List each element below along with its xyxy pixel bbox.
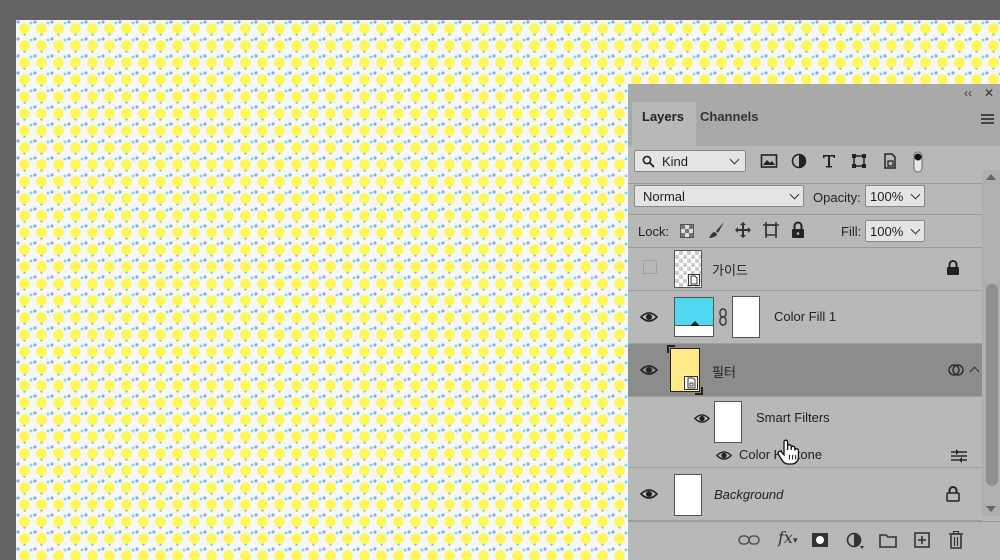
collapse-panel-button[interactable]: ‹‹ xyxy=(964,85,972,101)
opacity-field[interactable]: 100% xyxy=(865,185,925,207)
panel-menu-icon[interactable] xyxy=(981,114,994,124)
smart-object-badge-icon xyxy=(684,376,698,390)
layer-row-guide[interactable]: 가이드 xyxy=(628,248,982,291)
chevron-down-icon xyxy=(910,224,921,235)
layer-name: Color Fill 1 xyxy=(774,309,837,324)
hand-cursor-icon xyxy=(777,439,800,465)
visibility-toggle-off[interactable] xyxy=(643,260,657,274)
blend-mode-dropdown[interactable]: Normal xyxy=(634,185,804,207)
lock-image-pixels-icon[interactable] xyxy=(708,221,726,239)
adjustment-layer-filter-icon[interactable] xyxy=(791,153,807,169)
layer-lock-icon xyxy=(946,486,960,502)
layers-scrollbar[interactable] xyxy=(982,170,1000,516)
scroll-up-arrow-icon[interactable] xyxy=(986,174,996,180)
tab-layers[interactable]: Layers xyxy=(632,102,696,146)
fill-thumbnail xyxy=(674,297,714,337)
tab-channels[interactable]: Channels xyxy=(690,102,769,146)
eye-icon[interactable] xyxy=(640,488,658,500)
search-icon xyxy=(642,155,655,168)
layer-row-filter-selected[interactable]: 필터 xyxy=(628,344,982,397)
layers-panel: ‹‹ ✕ Layers Channels Kind Normal Opacity… xyxy=(628,84,1000,560)
type-layer-filter-icon[interactable] xyxy=(821,153,837,169)
layer-name: 필터 xyxy=(712,365,736,380)
lock-label: Lock: xyxy=(638,224,670,239)
tab-layers-label: Layers xyxy=(642,109,684,124)
opacity-value: 100% xyxy=(870,189,904,204)
delete-layer-icon[interactable] xyxy=(948,531,964,549)
smart-filters-row[interactable]: Smart Filters xyxy=(628,397,982,443)
eye-icon[interactable] xyxy=(640,311,658,323)
close-panel-button[interactable]: ✕ xyxy=(984,85,994,101)
panel-top-bar: ‹‹ ✕ xyxy=(628,84,1000,102)
layer-name: Background xyxy=(714,487,784,502)
scroll-down-arrow-icon[interactable] xyxy=(986,506,996,512)
smart-filter-indicator-icon xyxy=(948,364,964,376)
chevron-down-icon xyxy=(729,154,740,165)
opacity-label: Opacity: xyxy=(813,190,861,205)
link-icon[interactable] xyxy=(718,308,728,326)
collapse-effects-icon[interactable] xyxy=(969,366,980,377)
pixel-layer-filter-icon[interactable] xyxy=(760,153,778,169)
layer-lock-icon xyxy=(947,260,959,275)
layer-name: Smart Filters xyxy=(756,410,830,425)
blend-mode-value: Normal xyxy=(643,189,685,204)
filter-blending-options-icon[interactable] xyxy=(950,449,968,463)
fill-label: Fill: xyxy=(841,224,862,239)
mask-thumbnail[interactable] xyxy=(732,296,760,338)
new-adjustment-layer-icon[interactable] xyxy=(846,532,866,550)
smart-object-filter-icon[interactable] xyxy=(882,153,898,169)
tab-channels-label: Channels xyxy=(700,109,759,124)
kind-label: Kind xyxy=(662,154,689,169)
layers-bottom-toolbar: fx▾ xyxy=(628,521,1000,560)
lock-transparent-pixels-icon[interactable] xyxy=(680,224,694,238)
new-group-icon[interactable] xyxy=(879,533,897,548)
kind-filter-dropdown[interactable]: Kind xyxy=(634,150,746,172)
layer-thumbnail xyxy=(674,250,702,288)
chevron-down-icon xyxy=(789,189,800,200)
eye-icon[interactable] xyxy=(716,450,732,461)
link-layers-icon[interactable] xyxy=(738,534,760,546)
eye-icon[interactable] xyxy=(640,364,658,376)
chevron-down-icon xyxy=(910,189,921,200)
smart-filter-mask-thumbnail[interactable] xyxy=(714,401,742,443)
lock-all-icon[interactable] xyxy=(791,221,805,239)
lock-position-icon[interactable] xyxy=(734,221,752,239)
filter-row: Kind xyxy=(628,146,1000,186)
add-mask-icon[interactable] xyxy=(811,532,829,548)
shape-layer-filter-icon[interactable] xyxy=(851,153,867,169)
fill-value: 100% xyxy=(870,224,904,239)
fill-field[interactable]: 100% xyxy=(865,220,925,242)
lock-artboard-icon[interactable] xyxy=(762,221,780,239)
new-layer-icon[interactable] xyxy=(914,532,930,548)
layer-row-color-fill[interactable]: Color Fill 1 xyxy=(628,291,982,344)
layer-name: 가이드 xyxy=(712,263,748,278)
layer-row-background[interactable]: Background xyxy=(628,468,982,521)
eye-icon[interactable] xyxy=(694,413,710,424)
filter-toggle-icon[interactable] xyxy=(913,151,923,173)
panel-tabs: Layers Channels xyxy=(628,102,1000,146)
lock-row: Lock: Fill: 100% xyxy=(628,215,1000,249)
smart-object-badge-icon xyxy=(688,274,700,286)
layer-thumbnail xyxy=(674,474,702,516)
scrollbar-thumb[interactable] xyxy=(986,284,998,486)
blend-row: Normal Opacity: 100% xyxy=(628,184,1000,218)
fx-icon[interactable]: fx▾ xyxy=(778,528,797,547)
filter-effect-row[interactable]: Color Halftone xyxy=(628,439,982,468)
layer-thumbnail xyxy=(667,345,703,395)
